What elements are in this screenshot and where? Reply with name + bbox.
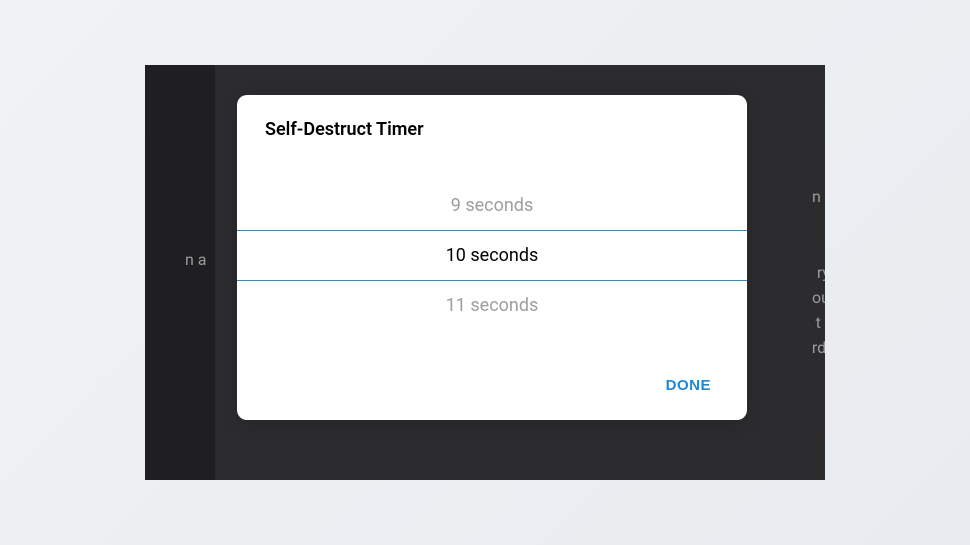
dark-sidebar (145, 65, 215, 480)
bg-text-fragment: t t (816, 313, 825, 332)
dialog-actions: DONE (237, 355, 747, 420)
timer-picker[interactable]: 9 seconds 10 seconds 11 seconds (237, 156, 747, 355)
bg-text-fragment: n a (185, 250, 207, 269)
bg-text-fragment: rdi (812, 338, 825, 357)
dialog-title: Self-Destruct Timer (237, 95, 747, 156)
self-destruct-timer-dialog: Self-Destruct Timer 9 seconds 10 seconds… (237, 95, 747, 420)
app-background: n a n t ry ou t t rdi Self-Destruct Time… (145, 65, 825, 480)
bg-text-fragment: ry (817, 263, 825, 282)
picker-option-prev[interactable]: 9 seconds (237, 181, 747, 230)
bg-text-fragment: n t (812, 187, 825, 206)
picker-option-selected[interactable]: 10 seconds (237, 230, 747, 281)
bg-text-fragment: ou (812, 288, 825, 307)
picker-option-next[interactable]: 11 seconds (237, 281, 747, 330)
done-button[interactable]: DONE (654, 369, 723, 402)
